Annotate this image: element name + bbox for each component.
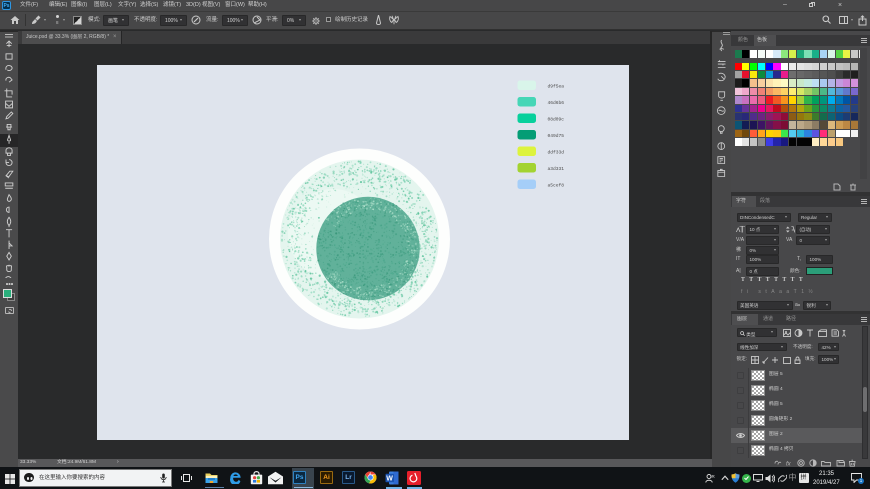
svg-text:a3d331: a3d331 [548,166,565,172]
svg-text:R: R [712,474,716,479]
svg-text:049d75: 049d75 [548,133,565,139]
svg-text:a5cef8: a5cef8 [548,183,565,189]
svg-text:W: W [386,475,393,482]
svg-text:d9f5ea: d9f5ea [548,84,565,90]
svg-text:46d6b6: 46d6b6 [548,100,565,106]
svg-text:08d09c: 08d09c [548,117,565,123]
svg-text:ddf33d: ddf33d [548,150,565,156]
